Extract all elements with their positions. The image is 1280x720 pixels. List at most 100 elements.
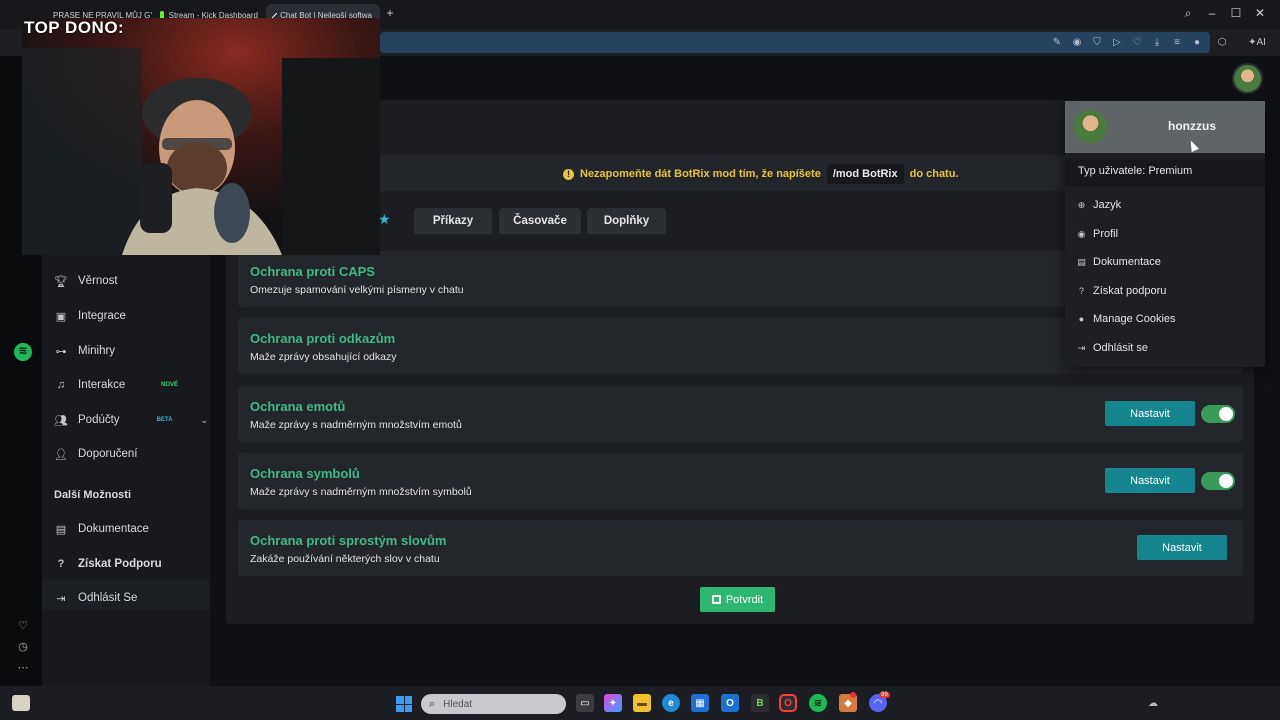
close-icon[interactable]: ✕: [1251, 6, 1269, 20]
section-title: Další Možnosti: [54, 489, 132, 501]
save-icon: [711, 595, 721, 604]
store-icon[interactable]: ▦: [691, 694, 709, 712]
card-title: Ochrana emotů: [250, 399, 346, 414]
account-icon[interactable]: ●: [1190, 36, 1204, 50]
card-title: Ochrana proti sprostým slovům: [250, 533, 447, 548]
configure-button[interactable]: Nastavit: [1105, 468, 1195, 493]
sidebar-item-integrace[interactable]: ▣ Integrace: [54, 305, 204, 327]
menu-item-profil[interactable]: ◉ Profil: [1076, 225, 1119, 243]
menu-item-jazyk[interactable]: ⊕ Jazyk: [1076, 196, 1121, 214]
globe-icon: ⊕: [1077, 199, 1086, 210]
app-icon[interactable]: [12, 695, 30, 711]
task-view-icon[interactable]: ▭: [576, 694, 594, 712]
download-icon[interactable]: ⤓: [1150, 36, 1164, 50]
file-explorer-icon[interactable]: ▬: [633, 694, 651, 712]
card-desc: Maže zprávy s nadměrným množstvím symbol…: [250, 486, 472, 498]
sidebar-item-label: Odhlásit Se: [78, 592, 138, 604]
sidebar-item-label: Získat Podporu: [78, 558, 162, 570]
outlook-icon[interactable]: O: [721, 694, 739, 712]
chevron-down-icon[interactable]: ⌄: [200, 415, 208, 426]
sidebar-item-dokumentace[interactable]: ▤ Dokumentace: [54, 518, 204, 540]
snapshot-icon[interactable]: ✎: [1050, 36, 1064, 50]
extensions-icon[interactable]: ⬡: [1215, 36, 1229, 50]
tab-prikazy[interactable]: Příkazy: [414, 208, 492, 234]
trophy-icon: 🏆︎: [54, 275, 68, 288]
configure-button[interactable]: Nastavit: [1137, 535, 1227, 560]
sidebar-item-odhlasit[interactable]: ⇥ Odhlásit Se: [54, 587, 204, 609]
sidebar-item-label: Interakce: [78, 379, 126, 391]
user-menu-dropdown: honzzus Typ uživatele: Premium ⊕ Jazyk ◉…: [1065, 101, 1265, 367]
ai-button[interactable]: ✦AI: [1246, 36, 1268, 50]
edge-icon[interactable]: e: [662, 694, 680, 712]
shield-icon[interactable]: ⛉: [1090, 36, 1104, 50]
webcam-image: [22, 18, 380, 255]
new-tab-icon[interactable]: +: [381, 6, 399, 20]
confirm-button[interactable]: Potvrdit: [700, 587, 775, 612]
book-icon: ▤: [55, 523, 67, 536]
spotify-icon[interactable]: ≋: [14, 343, 32, 361]
card-title: Ochrana symbolů: [250, 466, 360, 481]
more-icon[interactable]: ⋯: [15, 660, 31, 676]
address-bar[interactable]: [380, 32, 1210, 53]
card-title: Ochrana proti odkazům: [250, 331, 396, 346]
windows-start-icon[interactable]: [396, 696, 412, 712]
configure-button[interactable]: Nastavit: [1105, 401, 1195, 426]
mod-notice: ! Nezapomeňte dát BotRix mod tím, že nap…: [563, 164, 959, 184]
user-avatar-button[interactable]: [1232, 63, 1263, 94]
help-icon: ?: [57, 558, 65, 570]
spotify-icon[interactable]: ≋: [809, 694, 827, 712]
ai-label: AI: [1256, 37, 1266, 48]
menu-item-odhlasit[interactable]: ⇥ Odhlásit se: [1076, 339, 1148, 357]
sidebar-item-label: Věrnost: [78, 275, 118, 287]
sidebar-item-minihry[interactable]: ⊶ Minihry: [54, 340, 204, 362]
menu-item-dokumentace[interactable]: ▤ Dokumentace: [1076, 253, 1161, 271]
menu-item-cookies[interactable]: ● Manage Cookies: [1076, 310, 1176, 328]
taskbar-search[interactable]: ⌕ Hledat: [421, 694, 566, 714]
card-title: Ochrana proti CAPS: [250, 264, 375, 279]
book-icon: ▤: [1077, 256, 1086, 267]
sidebar-item-doporuceni[interactable]: 👤︎ Doporučení: [54, 443, 204, 465]
play-icon[interactable]: ▷: [1110, 36, 1124, 50]
notice-after: do chatu.: [909, 168, 959, 180]
sidebar-item-label: Doporučení: [78, 448, 138, 460]
sidebar-item-interakce[interactable]: ♫ Interakce NOVÉ: [54, 374, 204, 396]
notice-text: Nezapomeňte dát BotRix mod tím, že napíš…: [580, 168, 821, 180]
history-icon[interactable]: ◷: [15, 639, 31, 655]
opera-icon[interactable]: O: [779, 694, 797, 712]
overlay-label: TOP DONO:: [24, 18, 125, 37]
menu-item-label: Profil: [1093, 228, 1119, 240]
camera-icon[interactable]: ◉: [1070, 36, 1084, 50]
copilot-icon[interactable]: ✦: [604, 694, 622, 712]
tab-doplnky[interactable]: Doplňky: [587, 208, 666, 234]
sidebar-item-poducty[interactable]: 👥︎ Podúčty BETA ⌄: [54, 409, 214, 431]
sidebar-item-label: Integrace: [78, 310, 126, 322]
card-desc: Maže zprávy obsahující odkazy: [250, 351, 397, 363]
search-tabs-icon[interactable]: ⌕: [1179, 6, 1197, 21]
minimize-icon[interactable]: –: [1203, 6, 1221, 20]
sidebar-item-label: Podúčty: [78, 414, 120, 426]
enable-toggle[interactable]: [1201, 472, 1235, 490]
enable-toggle[interactable]: [1201, 405, 1235, 423]
tray-icon[interactable]: ☁: [1148, 698, 1158, 709]
user-type: Typ uživatele: Premium: [1065, 158, 1265, 186]
menu-item-label: Dokumentace: [1093, 256, 1161, 268]
menu-item-label: Získat podporu: [1093, 285, 1167, 297]
maximize-icon[interactable]: ☐: [1227, 6, 1245, 20]
setting-card-emotes: Ochrana emotů Maže zprávy s nadměrným mn…: [238, 386, 1243, 442]
menu-item-podpora[interactable]: ? Získat podporu: [1076, 282, 1166, 300]
card-desc: Maže zprávy s nadměrným množstvím emotů: [250, 419, 462, 431]
search-icon: ⌕: [429, 697, 436, 710]
sidebar-item-ziskat-podporu[interactable]: ? Získat Podporu: [54, 553, 204, 575]
heart-icon[interactable]: ♡: [15, 618, 31, 634]
user-menu-header: honzzus: [1065, 101, 1265, 153]
gamepad-icon: ⊶: [55, 345, 67, 358]
botrix-app-icon[interactable]: B: [751, 694, 769, 712]
setting-card-symbols: Ochrana symbolů Maže zprávy s nadměrným …: [238, 453, 1243, 509]
heart-icon[interactable]: ♡: [1130, 36, 1144, 50]
menu-item-label: Odhlásit se: [1093, 342, 1149, 354]
tab-casovace[interactable]: Časovače: [499, 208, 581, 234]
help-icon: ?: [1078, 286, 1084, 296]
menu-icon[interactable]: ≡: [1170, 36, 1184, 50]
profile-icon: ◉: [1077, 228, 1086, 239]
sidebar-item-vernost[interactable]: 🏆︎ Věrnost: [54, 270, 204, 292]
